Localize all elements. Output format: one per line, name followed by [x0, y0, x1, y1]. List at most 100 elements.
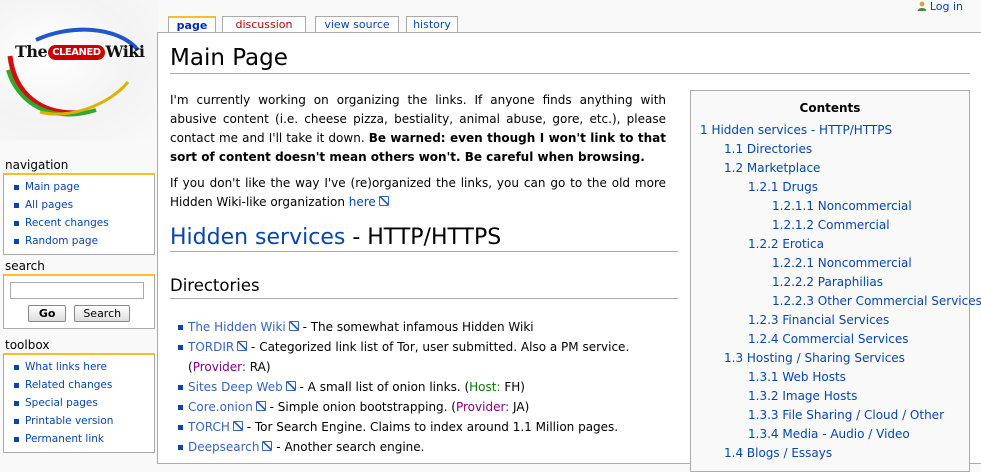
toc-title: Contents	[799, 101, 861, 115]
toc-item[interactable]: 1.3.1 Web Hosts	[691, 368, 969, 387]
tab-view-source[interactable]: view source	[315, 16, 399, 32]
nav-link[interactable]: Main page	[25, 181, 80, 193]
toc-item[interactable]: 1.2.2.1 Noncommercial	[691, 254, 969, 273]
tab-discussion-label[interactable]: discussion	[235, 18, 292, 31]
site-logo[interactable]: The CLEANED Wiki	[0, 0, 158, 140]
login-link[interactable]: Log in	[930, 0, 963, 13]
toolbox-portlet: toolbox What links here Related changes …	[3, 338, 155, 453]
tab-discussion[interactable]: discussion	[222, 16, 306, 32]
list-item: The Hidden Wiki - The somewhat infamous …	[178, 317, 678, 337]
toolbox-title: toolbox	[5, 338, 50, 352]
toc-link[interactable]: 1.2.4 Commercial Services	[748, 332, 909, 346]
nav-link[interactable]: Random page	[25, 235, 98, 247]
toc-item[interactable]: 1.1 Directories	[691, 140, 969, 159]
provider-tag: Provider:	[455, 400, 510, 414]
toc-link[interactable]: 1.1 Directories	[724, 142, 812, 156]
directory-link[interactable]: TORDIR	[188, 340, 247, 354]
directory-link[interactable]: TORCH	[188, 420, 243, 434]
search-input[interactable]	[10, 282, 144, 299]
nav-item-all-pages[interactable]: All pages	[12, 196, 154, 214]
toc-item[interactable]: 1.3.4 Media - Audio / Video	[691, 425, 969, 444]
user-icon	[917, 1, 927, 11]
directory-link[interactable]: Core.onion	[188, 400, 266, 414]
toolbox-link[interactable]: Special pages	[25, 397, 98, 409]
toc-link[interactable]: 1.3 Hosting / Sharing Services	[724, 351, 905, 365]
go-button[interactable]: Go	[27, 305, 67, 322]
toolbox-item-what-links-here[interactable]: What links here	[12, 358, 154, 376]
toc-link[interactable]: 1.2.2.3 Other Commercial Services	[772, 294, 981, 308]
toc-item[interactable]: 1.2.1.1 Noncommercial	[691, 197, 969, 216]
provider-value: JA)	[509, 400, 530, 414]
search-button[interactable]: Search	[74, 305, 131, 322]
tab-view-source-label[interactable]: view source	[324, 18, 389, 31]
toolbox-item-printable-version[interactable]: Printable version	[12, 412, 154, 430]
nav-link[interactable]: All pages	[25, 199, 73, 211]
toc-link[interactable]: 1.2.1.2 Commercial	[772, 218, 890, 232]
old-organization-text: If you don't like the way I've (re)organ…	[170, 176, 666, 209]
toc-link[interactable]: 1.2 Marketplace	[724, 161, 820, 175]
search-title: search	[5, 259, 45, 273]
directory-link[interactable]: Sites Deep Web	[188, 380, 296, 394]
toc-item[interactable]: 1.2.2 Erotica	[691, 235, 969, 254]
toc-item[interactable]: 1.2.2.2 Paraphilias	[691, 273, 969, 292]
toc-link[interactable]: 1.3.2 Image Hosts	[748, 389, 857, 403]
directories-list: The Hidden Wiki - The somewhat infamous …	[178, 317, 678, 457]
hidden-services-link[interactable]: Hidden services	[170, 225, 345, 250]
toolbox-link[interactable]: Permanent link	[25, 433, 104, 445]
navigation-portlet: navigation Main page All pages Recent ch…	[3, 158, 155, 255]
toc-list: 1 Hidden services - HTTP/HTTPS 1.1 Direct…	[691, 121, 981, 463]
toc-item[interactable]: 1.2.1 Drugs	[691, 178, 969, 197]
toolbox-item-permanent-link[interactable]: Permanent link	[12, 430, 154, 448]
toc-item[interactable]: 1.3 Hosting / Sharing Services	[691, 349, 969, 368]
main-content: Main Page I'm currently working on organ…	[157, 32, 981, 472]
nav-item-random-page[interactable]: Random page	[12, 232, 154, 250]
toc-item[interactable]: 1.2.3 Financial Services	[691, 311, 969, 330]
page-title: Main Page	[170, 45, 970, 74]
list-item: TORDIR - Categorized link list of Tor, u…	[178, 337, 678, 377]
toc-link[interactable]: 1.3.1 Web Hosts	[748, 370, 846, 384]
tab-history[interactable]: history	[406, 16, 458, 32]
toc-link[interactable]: 1.3.3 File Sharing / Cloud / Other	[748, 408, 944, 422]
subsection-heading-directories: Directories	[170, 276, 678, 299]
toolbox-body: What links here Related changes Special …	[3, 353, 155, 453]
toolbox-link[interactable]: Printable version	[25, 415, 113, 427]
toc-link[interactable]: 1.2.3 Financial Services	[748, 313, 889, 327]
toolbox-link[interactable]: Related changes	[25, 379, 112, 391]
toc-link[interactable]: 1.2.2.2 Paraphilias	[772, 275, 883, 289]
provider-value: RA)	[245, 360, 271, 374]
toolbox-item-special-pages[interactable]: Special pages	[12, 394, 154, 412]
nav-link[interactable]: Recent changes	[25, 217, 109, 229]
old-organization-link[interactable]: here	[349, 195, 389, 209]
toc-link[interactable]: 1.3.4 Media - Audio / Video	[748, 427, 910, 441]
host-tag: Host:	[469, 380, 501, 394]
toc-link[interactable]: 1.2.2.1 Noncommercial	[772, 256, 912, 270]
search-portlet: search Go Search	[3, 259, 155, 329]
tab-history-label[interactable]: history	[413, 18, 451, 31]
toc-link[interactable]: 1.2.2 Erotica	[748, 237, 824, 251]
directory-description: - The somewhat infamous Hidden Wiki	[298, 320, 534, 334]
toolbox-link[interactable]: What links here	[25, 361, 107, 373]
toc-item[interactable]: 1 Hidden services - HTTP/HTTPS	[691, 121, 969, 140]
provider-tag: Provider:	[192, 360, 246, 374]
toc-link[interactable]: 1.2.1.1 Noncommercial	[772, 199, 912, 213]
toc-link[interactable]: 1.2.1 Drugs	[748, 180, 818, 194]
toc-item[interactable]: 1.2.1.2 Commercial	[691, 216, 969, 235]
toolbox-item-related-changes[interactable]: Related changes	[12, 376, 154, 394]
tab-page-label[interactable]: page	[177, 19, 208, 32]
toc-item[interactable]: 1.3.2 Image Hosts	[691, 387, 969, 406]
directory-description: - A small list of onion links. (	[295, 380, 470, 394]
directory-description: - Simple onion bootstrapping. (	[265, 400, 456, 414]
toc-link[interactable]: 1.4 Blogs / Essays	[724, 446, 832, 460]
directory-link[interactable]: Deepsearch	[188, 440, 272, 454]
directory-link[interactable]: The Hidden Wiki	[188, 320, 299, 334]
nav-item-recent-changes[interactable]: Recent changes	[12, 214, 154, 232]
directory-description: - Another search engine.	[272, 440, 425, 454]
toc-item[interactable]: 1.3.3 File Sharing / Cloud / Other	[691, 406, 969, 425]
toc-link[interactable]: 1 Hidden services - HTTP/HTTPS	[700, 123, 892, 137]
nav-item-main-page[interactable]: Main page	[12, 178, 154, 196]
toc-item[interactable]: 1.2 Marketplace	[691, 159, 969, 178]
toc-item[interactable]: 1.2.2.3 Other Commercial Services	[691, 292, 981, 311]
toc-item[interactable]: 1.2.4 Commercial Services	[691, 330, 969, 349]
section-heading-hidden-services: Hidden services - HTTP/HTTPS	[170, 225, 678, 252]
toc-item[interactable]: 1.4 Blogs / Essays	[691, 444, 969, 463]
